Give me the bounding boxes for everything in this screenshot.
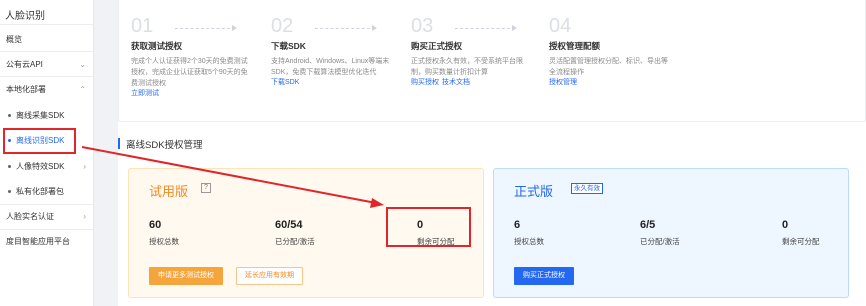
stat-assigned: 6/5 已分配/激活 — [640, 219, 680, 247]
section-title: 离线SDK授权管理 — [118, 137, 203, 151]
sidebar-item-label: 本地化部署 — [6, 85, 46, 94]
divider — [0, 76, 94, 77]
stat-label: 授权总数 — [149, 237, 179, 246]
step-desc: 完成个人认证获得2个30天的免费测试授权，完成企业认证获取5个90天的免费测试授… — [131, 58, 248, 87]
step-desc: 灵活配置管理授权分配、标识、导出等全流程操作 — [549, 58, 668, 76]
sidebar-item-overview[interactable]: 概览 — [0, 29, 94, 51]
sidebar: 人脸识别 概览 公有云API ⌄ 本地化部署 ⌃ 离线采集SDK 离线识别SDK 人… — [0, 0, 94, 306]
sidebar-item-dumu-platform[interactable]: 度目智能应用平台 — [0, 231, 94, 253]
divider — [0, 51, 94, 52]
main-panel: 01 获取测试授权 完成个人认证获得2个30天的免费测试授权，完成企业认证获取5… — [118, 0, 866, 306]
help-icon[interactable]: ? — [201, 183, 211, 193]
step-title: 购买正式授权 — [411, 41, 463, 51]
sidebar-item-label: 公有云API — [6, 60, 43, 69]
link-label[interactable]: 立即测试 — [131, 90, 159, 97]
link-buy-license[interactable]: 购买授权 — [411, 79, 439, 86]
sidebar-item-private-deploy-package[interactable]: 私有化部署包 — [0, 181, 94, 203]
link-label[interactable]: 授权管理 — [549, 79, 577, 86]
stat-total: 6 授权总数 — [514, 219, 544, 247]
sidebar-item-public-cloud-api[interactable]: 公有云API ⌄ — [0, 54, 94, 76]
arrow-icon — [175, 25, 237, 31]
stat-assigned: 60/54 已分配/激活 — [275, 219, 315, 247]
extend-validity-button[interactable]: 延长应用有效期 — [236, 267, 303, 285]
card-title: 试用版 — [149, 184, 189, 199]
divider — [0, 24, 94, 25]
stat-label: 剩余可分配 — [782, 237, 820, 246]
stat-value: 60 — [149, 219, 162, 231]
bullet-icon — [8, 114, 11, 118]
step-link-download-sdk[interactable]: 下载SDK — [271, 78, 391, 88]
stat-value: 60/54 — [275, 219, 303, 231]
step-number: 04 — [549, 15, 572, 37]
chevron-right-icon: › — [83, 162, 86, 171]
step-4: 04 授权管理配额 灵活配置管理授权分配、标识、导出等全流程操作 授权管理 — [549, 14, 669, 88]
arrow-icon — [315, 25, 377, 31]
step-title: 授权管理配额 — [549, 41, 601, 51]
step-link-test-now[interactable]: 立即测试 — [131, 89, 251, 99]
gutter — [94, 0, 118, 306]
link-tech-docs[interactable]: 技术文档 — [442, 79, 470, 86]
sidebar-item-label: 私有化部署包 — [16, 187, 64, 196]
stat-remaining: 0 剩余可分配 — [782, 219, 820, 247]
formal-card: 正式版 永久有效 6 授权总数 6/5 已分配/激活 0 剩余可分配 购买正式授… — [493, 168, 849, 298]
bullet-icon — [8, 165, 11, 169]
sidebar-item-label: 概览 — [6, 35, 22, 44]
annotation-highlight-box — [3, 128, 76, 154]
divider — [0, 229, 94, 230]
stat-label: 授权总数 — [514, 237, 544, 246]
permanent-badge: 永久有效 — [571, 183, 603, 194]
step-title: 下载SDK — [271, 41, 306, 51]
sidebar-item-real-name-auth[interactable]: 人脸实名认证 › — [0, 206, 94, 228]
chevron-up-icon: ⌃ — [79, 85, 86, 94]
sidebar-item-label: 人脸实名认证 — [6, 212, 54, 221]
stat-value: 6/5 — [640, 219, 656, 231]
link-label[interactable]: 下载SDK — [271, 79, 299, 86]
stat-value: 6 — [514, 219, 521, 231]
card-title: 正式版 — [514, 184, 554, 199]
stat-label: 已分配/激活 — [275, 237, 315, 246]
step-desc: 支持Android、Windows、Linux等端末SDK，免费下载算法模型优化… — [271, 58, 390, 76]
buy-formal-license-button[interactable]: 购买正式授权 — [514, 267, 574, 285]
bullet-icon — [8, 190, 11, 194]
sidebar-item-offline-capture-sdk[interactable]: 离线采集SDK — [0, 105, 94, 127]
divider — [0, 204, 94, 205]
chevron-right-icon: › — [83, 212, 86, 221]
stat-value: 0 — [782, 219, 789, 231]
sidebar-title: 人脸识别 — [5, 11, 45, 22]
apply-more-test-button[interactable]: 申请更多测试授权 — [149, 267, 223, 285]
sidebar-item-label: 离线采集SDK — [16, 111, 65, 120]
sidebar-item-label: 度目智能应用平台 — [6, 237, 70, 246]
stat-label: 已分配/激活 — [640, 237, 680, 246]
chevron-down-icon: ⌄ — [79, 60, 86, 69]
step-title: 获取测试授权 — [131, 41, 183, 51]
step-link-license-manage[interactable]: 授权管理 — [549, 78, 669, 88]
sidebar-item-portrait-effects-sdk[interactable]: 人像特效SDK › — [0, 156, 94, 178]
annotation-highlight-box — [386, 207, 471, 247]
sidebar-item-label: 人像特效SDK — [16, 162, 65, 171]
step-links: 购买授权 技术文档 — [411, 78, 531, 88]
step-desc: 正式授权永久有效，不受系统平台限制，购买数量计折扣计算 — [411, 58, 523, 76]
stat-total: 60 授权总数 — [149, 219, 179, 247]
arrow-icon — [455, 25, 517, 31]
sidebar-item-local-deploy[interactable]: 本地化部署 ⌃ — [0, 79, 94, 101]
steps-panel: 01 获取测试授权 完成个人认证获得2个30天的免费测试授权，完成企业认证获取5… — [118, 0, 866, 122]
